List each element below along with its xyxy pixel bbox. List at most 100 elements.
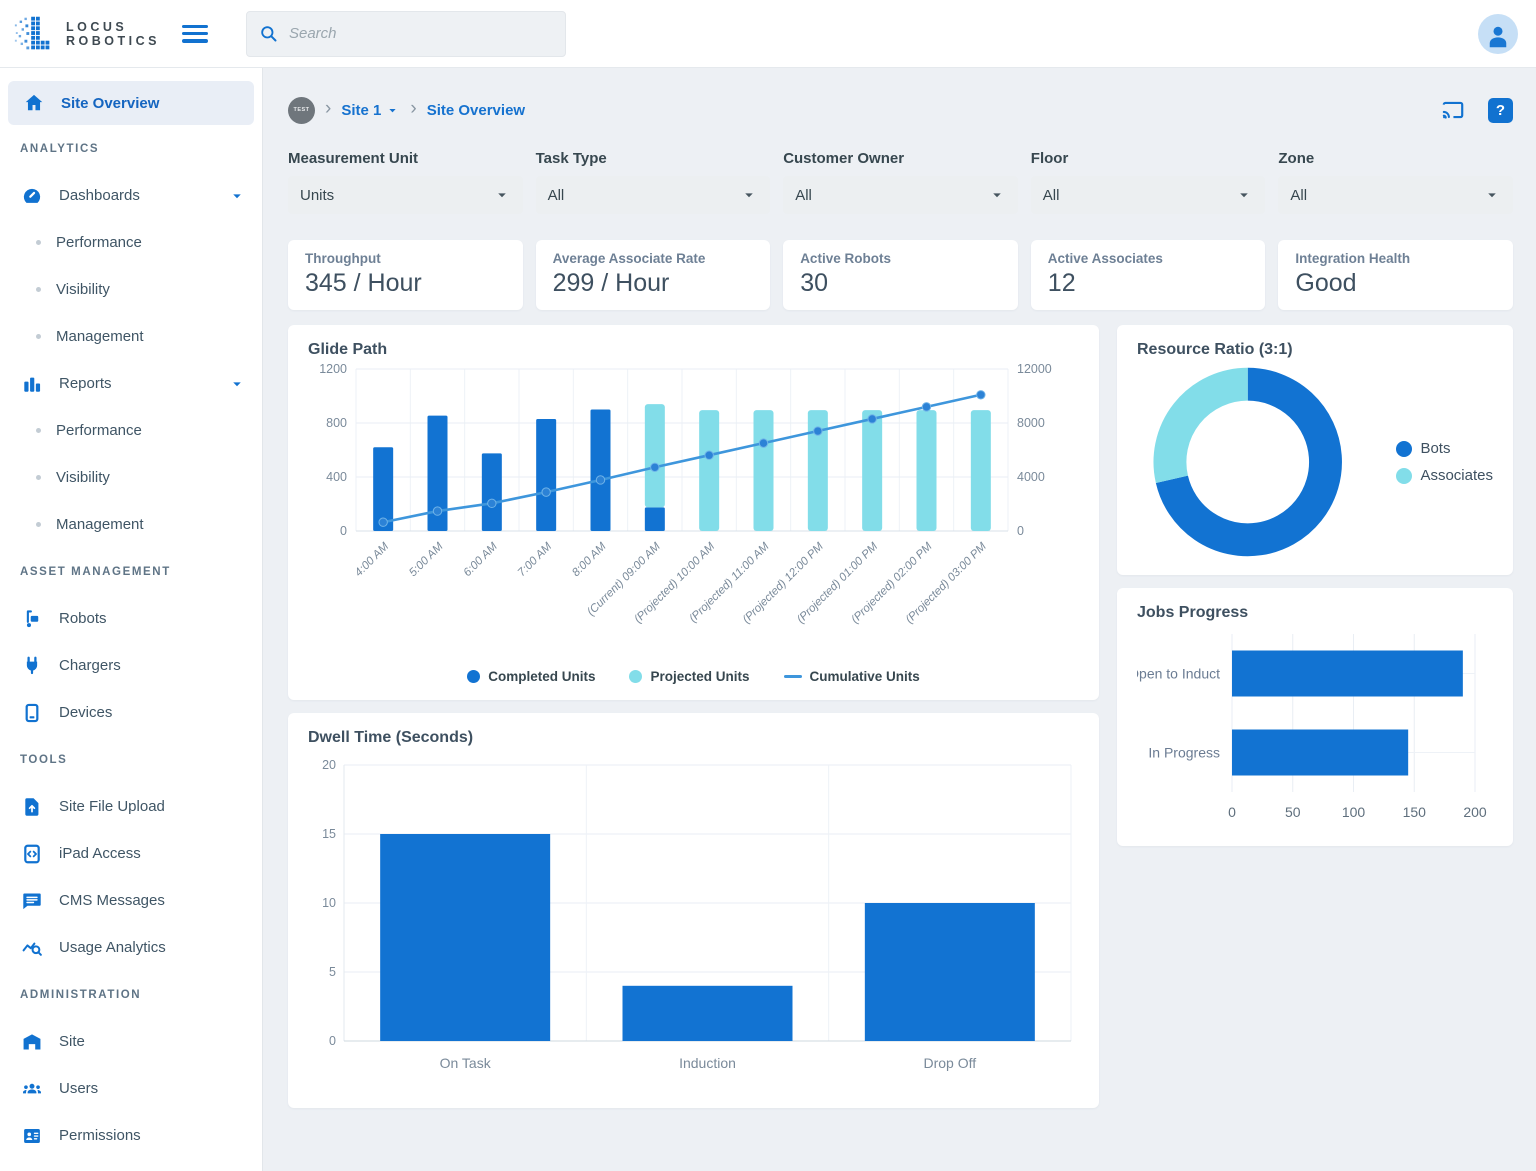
sidebar-item-devices[interactable]: Devices (0, 689, 262, 736)
breadcrumb-site-dropdown[interactable]: Site 1 (341, 102, 400, 119)
topbar: LOCUS ROBOTICS (0, 0, 1536, 68)
glide-path-legend: Completed Units Projected Units Cumulative… (308, 669, 1079, 684)
sidebar: Site Overview ANALYTICSDashboardsPerform… (0, 68, 263, 1171)
filter-select-measurement-unit[interactable]: Units (288, 176, 523, 214)
breadcrumb-page[interactable]: Site Overview (427, 102, 525, 119)
search-input[interactable] (289, 25, 553, 42)
sidebar-item-permissions[interactable]: Permissions (0, 1112, 262, 1159)
kpi-value: 299 / Hour (553, 269, 754, 298)
svg-text:10: 10 (322, 896, 336, 910)
legend-dot-swatch (629, 670, 642, 683)
legend-line-swatch (784, 675, 802, 678)
chevron-up-icon[interactable] (228, 375, 246, 393)
search-box[interactable] (246, 11, 566, 57)
legend-item-bots[interactable]: Bots (1396, 440, 1493, 457)
sidebar-item-chargers[interactable]: Chargers (0, 642, 262, 689)
locus-robotics-logo[interactable]: LOCUS ROBOTICS (12, 11, 160, 57)
sidebar-subitem-dashboards-visibility[interactable]: Visibility (0, 266, 262, 313)
bullet-icon (36, 240, 41, 245)
breadcrumb-site-label: Site 1 (341, 102, 381, 119)
sidebar-section-title: ADMINISTRATION (0, 971, 262, 1018)
chevron-right-icon: › (410, 99, 416, 118)
sidebar-subitem-reports-performance[interactable]: Performance (0, 407, 262, 454)
svg-text:0: 0 (340, 524, 347, 538)
sidebar-item-cms-messages[interactable]: CMS Messages (0, 877, 262, 924)
filter-selected-value: All (1290, 187, 1307, 204)
jobs-progress-card: Jobs Progress 050100150200Open to Induct… (1117, 588, 1513, 846)
jobs-progress-chart: 050100150200Open to InductIn Progress (1137, 626, 1493, 832)
filter-label: Task Type (536, 150, 771, 167)
user-avatar[interactable] (1478, 14, 1518, 54)
svg-text:1200: 1200 (319, 362, 347, 376)
svg-text:6:00 AM: 6:00 AM (461, 540, 500, 579)
sidebar-item-label: Robots (59, 610, 107, 627)
sidebar-item-usage-analytics[interactable]: Usage Analytics (0, 924, 262, 971)
resource-ratio-card: Resource Ratio (3:1) BotsAssociates (1117, 325, 1513, 575)
filter-select-task-type[interactable]: All (536, 176, 771, 214)
home-icon (22, 91, 46, 115)
sidebar-item-label: CMS Messages (59, 892, 165, 909)
sidebar-item-ipad-access[interactable]: iPad Access (0, 830, 262, 877)
filter-customer-owner: Customer OwnerAll (783, 150, 1018, 214)
sidebar-item-label: Chargers (59, 657, 121, 674)
sidebar-item-dashboards[interactable]: Dashboards (0, 172, 262, 219)
sidebar-item-label: Dashboards (59, 187, 140, 204)
filter-select-customer-owner[interactable]: All (783, 176, 1018, 214)
legend-dot-swatch (1396, 441, 1412, 457)
sidebar-subitem-dashboards-performance[interactable]: Performance (0, 219, 262, 266)
sidebar-item-site-file-upload[interactable]: Site File Upload (0, 783, 262, 830)
caret-down-icon (988, 186, 1006, 204)
sidebar-subitem-label: Management (56, 516, 144, 533)
svg-text:Open to Induct: Open to Induct (1137, 666, 1220, 682)
kpi-value: Good (1295, 269, 1496, 298)
legend-item-cumulative-units[interactable]: Cumulative Units (784, 669, 920, 684)
sidebar-item-reports[interactable]: Reports (0, 360, 262, 407)
charger-icon (20, 654, 44, 678)
person-icon (1483, 21, 1513, 51)
sidebar-item-users[interactable]: Users (0, 1065, 262, 1112)
kpi-card-average-associate-rate: Average Associate Rate299 / Hour (536, 240, 771, 310)
dwell-time-chart: 05101520On TaskInductionDrop Off (308, 751, 1079, 1089)
filter-select-zone[interactable]: All (1278, 176, 1513, 214)
sidebar-subitem-reports-visibility[interactable]: Visibility (0, 454, 262, 501)
legend-item-projected-units[interactable]: Projected Units (629, 669, 749, 684)
sidebar-item-robots[interactable]: Robots (0, 595, 262, 642)
glide-path-title: Glide Path (308, 341, 1079, 359)
caret-down-icon (493, 186, 511, 204)
sidebar-subitem-label: Management (56, 328, 144, 345)
kpi-label: Active Associates (1048, 251, 1249, 266)
sidebar-item-site-overview[interactable]: Site Overview (8, 81, 254, 125)
warehouse-icon (20, 1030, 44, 1054)
legend-item-completed-units[interactable]: Completed Units (467, 669, 595, 684)
legend-item-associates[interactable]: Associates (1396, 467, 1493, 484)
logo-text-line2: ROBOTICS (66, 34, 160, 48)
kpi-card-active-robots: Active Robots30 (783, 240, 1018, 310)
svg-text:Drop Off: Drop Off (924, 1055, 977, 1071)
bullet-icon (36, 428, 41, 433)
cast-screen-button[interactable] (1440, 97, 1466, 123)
menu-toggle-button[interactable] (182, 23, 212, 45)
device-icon (20, 701, 44, 725)
filter-select-floor[interactable]: All (1031, 176, 1266, 214)
ipad-icon (20, 842, 44, 866)
caret-down-icon (740, 186, 758, 204)
resource-ratio-chart (1151, 365, 1344, 559)
bullet-icon (36, 287, 41, 292)
sidebar-item-label: Permissions (59, 1127, 141, 1144)
sidebar-subitem-dashboards-management[interactable]: Management (0, 313, 262, 360)
filter-selected-value: All (548, 187, 565, 204)
svg-text:200: 200 (1463, 804, 1487, 820)
sidebar-subitem-label: Visibility (56, 281, 110, 298)
help-button[interactable]: ? (1488, 98, 1513, 123)
sidebar-item-label: Site (59, 1033, 85, 1050)
kpi-label: Throughput (305, 251, 506, 266)
svg-text:7:00 AM: 7:00 AM (516, 540, 555, 579)
sidebar-subitem-reports-management[interactable]: Management (0, 501, 262, 548)
chevron-up-icon[interactable] (228, 187, 246, 205)
bullet-icon (36, 522, 41, 527)
sidebar-subitem-label: Visibility (56, 469, 110, 486)
kpi-row: Throughput345 / HourAverage Associate Ra… (288, 240, 1513, 310)
sidebar-item-site[interactable]: Site (0, 1018, 262, 1065)
gauge-icon (20, 184, 44, 208)
bullet-icon (36, 334, 41, 339)
